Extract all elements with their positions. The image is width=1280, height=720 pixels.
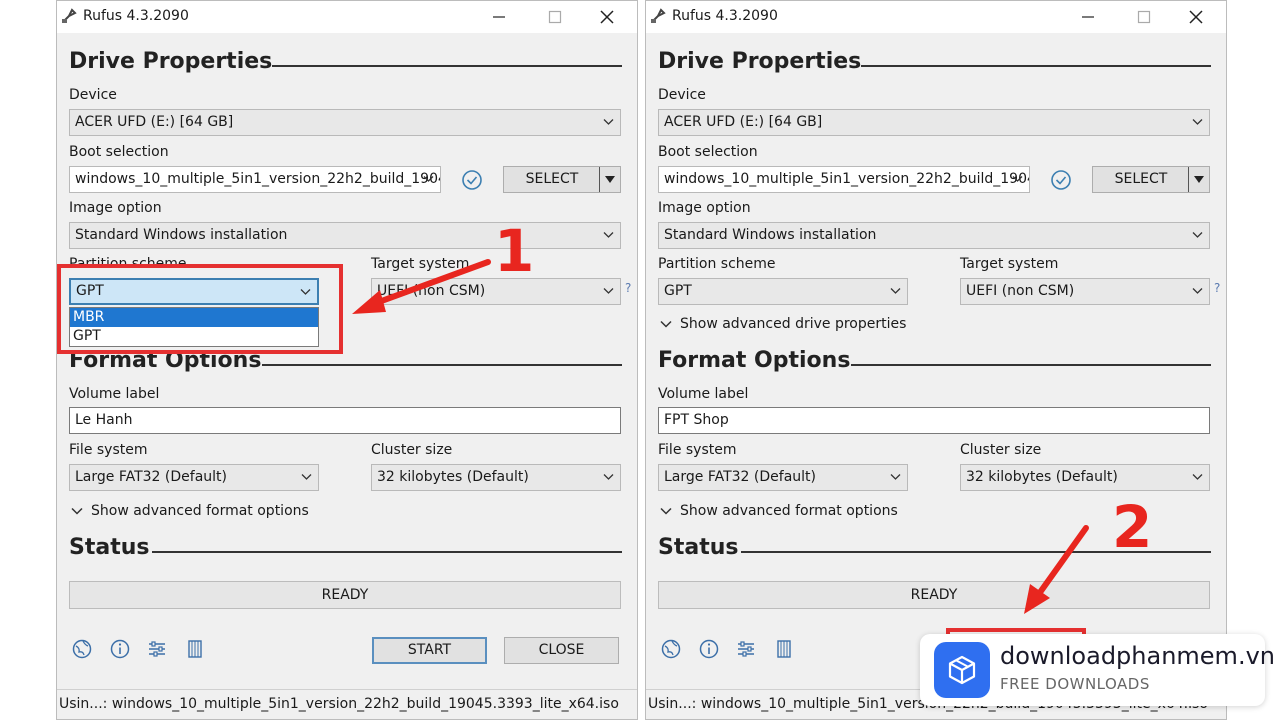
annotation-arrows xyxy=(352,259,1089,614)
arrow-step-2 xyxy=(1024,525,1089,614)
watermark-tagline: FREE DOWNLOADS xyxy=(1000,675,1150,693)
cube-logo-icon xyxy=(948,655,976,685)
badge-logo xyxy=(934,642,990,698)
watermark-site: downloadphanmem.vn xyxy=(1000,642,1275,670)
arrow-step-1 xyxy=(352,259,491,314)
watermark-badge[interactable]: downloadphanmem.vn FREE DOWNLOADS xyxy=(920,634,1275,706)
step-number-2: 2 xyxy=(1112,493,1153,561)
